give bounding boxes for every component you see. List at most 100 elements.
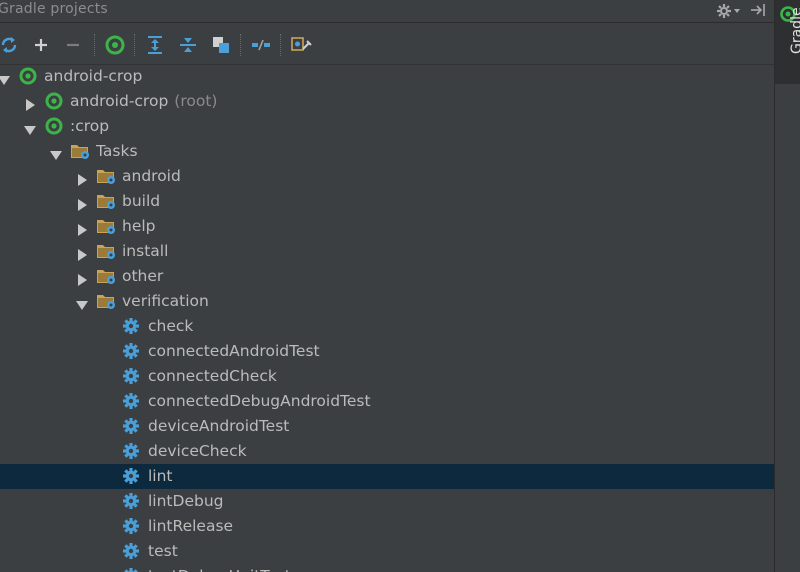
tree-item-text: connectedAndroidTest [148,342,320,360]
task-row[interactable]: check [0,314,774,339]
collapsed-arrow-icon[interactable] [76,196,88,211]
gradle-toolbar [0,24,774,65]
tree-item-text: connectedDebugAndroidTest [148,392,371,410]
task-gear-icon [122,516,144,536]
task-row[interactable]: deviceAndroidTest [0,414,774,439]
tree-item-text: check [148,317,194,335]
gradle-project-icon [44,91,66,111]
tree-item-text: lintRelease [148,517,234,535]
task-group-row[interactable]: android [0,164,774,189]
project-row[interactable]: android-crop (root) [0,89,774,114]
refresh-icon [1,37,17,53]
refresh-all-button[interactable] [0,32,22,58]
settings-button[interactable] [288,32,314,58]
tree-item-text: deviceCheck [148,442,247,460]
tree-item-text: connectedCheck [148,367,277,385]
task-row[interactable]: lint [0,464,774,489]
expand-all-button[interactable] [142,32,168,58]
tree-item-text: android-crop [44,67,143,85]
task-gear-icon [122,416,144,436]
task-row[interactable]: lintDebug [0,489,774,514]
task-group-row[interactable]: build [0,189,774,214]
expanded-arrow-icon[interactable] [24,121,36,135]
header-actions [716,1,766,21]
hide-panel-icon[interactable] [750,2,766,21]
project-row[interactable]: android-crop [0,64,774,89]
expanded-arrow-icon[interactable] [0,71,10,85]
task-group-row[interactable]: verification [0,289,774,314]
tree-item-label: build [122,191,160,211]
toggle-offline-button[interactable] [248,32,274,58]
tree-item-label: check [148,316,193,336]
tree-item-label: deviceCheck [148,441,247,461]
task-row[interactable]: deviceCheck [0,439,774,464]
tree-item-text: help [122,217,156,235]
gradle-task-tree: android-crop android-crop (root):crop Tasks… [0,64,774,572]
tree-item-text: lint [148,467,173,485]
task-folder-icon [96,166,118,186]
collapsed-arrow-icon[interactable] [76,271,88,286]
tree-item-label: test [148,541,178,561]
gradle-tab-label: Gradle [789,7,800,54]
task-row[interactable]: testDebugUnitTest [0,564,774,572]
task-row[interactable]: connectedAndroidTest [0,339,774,364]
task-folder-icon [96,216,118,236]
gear-icon[interactable] [716,3,740,19]
task-row[interactable]: connectedCheck [0,364,774,389]
tree-item-label: lint [148,466,173,486]
toolbar-separator [280,34,282,56]
collapse-all-icon [180,38,196,52]
task-gear-icon [122,491,144,511]
tree-item-label: android [122,166,181,186]
task-gear-icon [122,466,144,486]
collapse-all-button[interactable] [175,32,201,58]
task-group-row[interactable]: install [0,239,774,264]
tree-item-label: testDebugUnitTest [148,566,291,572]
expanded-arrow-icon[interactable] [76,296,88,310]
task-folder-icon [96,266,118,286]
collapsed-arrow-icon[interactable] [76,221,88,236]
tree-item-label: Tasks [96,141,138,161]
tree-item-text: testDebugUnitTest [148,567,291,572]
task-row[interactable]: lintRelease [0,514,774,539]
task-group-row[interactable]: other [0,264,774,289]
project-row[interactable]: :crop [0,114,774,139]
gradle-icon [105,35,125,55]
task-row[interactable]: connectedDebugAndroidTest [0,389,774,414]
expanded-arrow-icon[interactable] [50,146,62,160]
task-row[interactable]: test [0,539,774,564]
toolbar-separator [240,34,242,56]
toolbar-separator [94,34,96,56]
group-tasks-button[interactable] [208,32,234,58]
gradle-project-icon [44,116,66,136]
tree-item-text: lintDebug [148,492,224,510]
gradle-projects-panel: Gradle projects android-crop android-cro… [0,0,774,572]
tree-item-label: android-crop [44,66,142,86]
gradle-project-icon [18,66,40,86]
right-tool-strip: Gradle [774,0,800,572]
gradle-tool-tab[interactable]: Gradle [775,0,800,84]
execute-task-button[interactable] [102,32,128,58]
collapsed-arrow-icon[interactable] [76,171,88,186]
tree-item-label: connectedDebugAndroidTest [148,391,371,411]
tree-item-text: verification [122,292,209,310]
tree-item-label: connectedAndroidTest [148,341,320,361]
tree-item-text: :crop [70,117,110,135]
tree-item-label: android-crop (root) [70,91,217,111]
link-project-button[interactable] [28,32,54,58]
tree-item-label: verification [122,291,209,311]
wrench-icon [291,37,312,51]
tree-item-text: other [122,267,164,285]
expand-all-icon [148,36,162,54]
collapsed-arrow-icon[interactable] [24,96,36,111]
detach-project-button[interactable] [60,32,86,58]
task-group-row[interactable]: help [0,214,774,239]
panel-title: Gradle projects [0,1,108,17]
task-gear-icon [122,441,144,461]
tree-item-text: android [122,167,181,185]
task-group-row[interactable]: Tasks [0,139,774,164]
collapsed-arrow-icon[interactable] [76,246,88,261]
tree-item-text: android-crop [70,92,169,110]
tree-item-label: lintDebug [148,491,224,511]
task-gear-icon [122,341,144,361]
